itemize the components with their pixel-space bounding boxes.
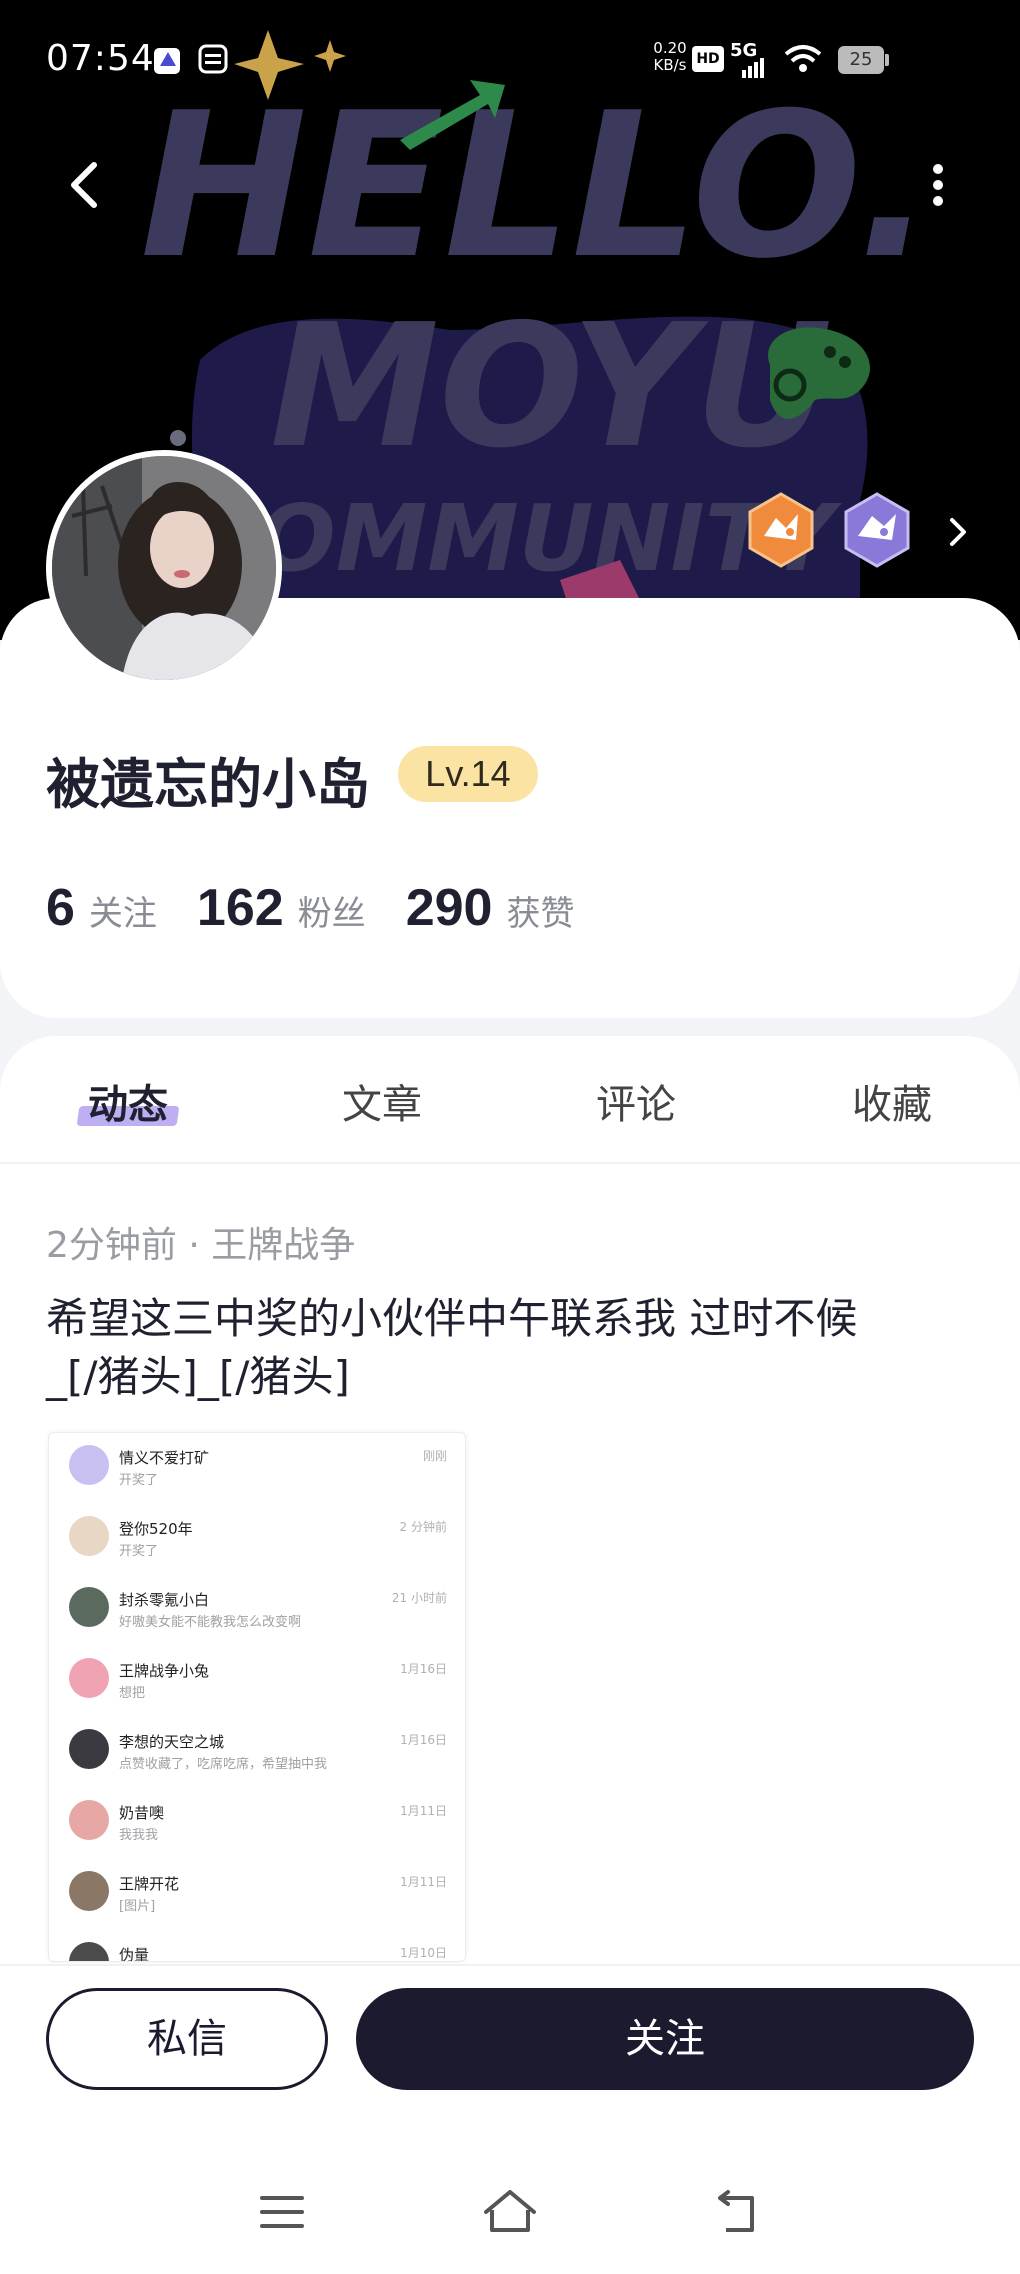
wifi-icon bbox=[784, 45, 822, 72]
post-image-row-message: 点赞收藏了，吃席吃席，希望抽中我 bbox=[119, 1757, 328, 1772]
back-chevron-icon[interactable] bbox=[56, 155, 116, 215]
followers-count[interactable]: 162 bbox=[197, 878, 284, 938]
hd-indicator: HD bbox=[692, 46, 724, 72]
likes-count: 290 bbox=[405, 879, 493, 937]
post-meta[interactable]: 2分钟前 · 王牌战争 bbox=[46, 1216, 355, 1268]
post-image-row-time: 1月10日 bbox=[400, 1946, 447, 1960]
calendar-notification-icon bbox=[198, 44, 228, 74]
post-image-row-avatar bbox=[69, 1658, 109, 1698]
tab-comments[interactable]: 评论 bbox=[556, 1072, 716, 1130]
username: 被遗忘的小岛 bbox=[46, 753, 370, 816]
post-image-row-name: 封杀零氪小白 bbox=[119, 1591, 210, 1609]
menu-icon[interactable] bbox=[252, 2186, 312, 2238]
post-image-row-name: 登你520年 bbox=[119, 1520, 193, 1538]
svg-text:MOYU: MOYU bbox=[270, 288, 832, 486]
battery-tip bbox=[885, 54, 889, 66]
tab-posts[interactable]: 动态 bbox=[48, 1072, 208, 1130]
post-image-row-avatar bbox=[69, 1800, 109, 1840]
tab-favorites[interactable]: 收藏 bbox=[812, 1072, 972, 1130]
likes-label: 获赞 bbox=[506, 894, 575, 934]
post-text-line-1: 希望这三中奖的小伙伴中午联系我 过时不候 bbox=[46, 1294, 858, 1343]
post-image-row: 王牌开花 [图片] 1月11日 bbox=[49, 1859, 465, 1930]
status-time: 07:54 bbox=[46, 38, 155, 79]
post-text[interactable]: 希望这三中奖的小伙伴中午联系我 过时不候 _[/猪头]_[/猪头] bbox=[46, 1290, 986, 1406]
post-image-row: 王牌战争小兔 想把 1月16日 bbox=[49, 1646, 465, 1717]
post-image-row-avatar bbox=[69, 1445, 109, 1485]
tab-articles[interactable]: 文章 bbox=[302, 1072, 462, 1130]
post-image-row-name: 情义不爱打矿 bbox=[119, 1449, 210, 1467]
profile-stats: 6 关注 162 粉丝 290 获赞 bbox=[46, 878, 614, 948]
post-image-row-message: 开奖了 bbox=[119, 1473, 159, 1488]
post-image-row-time: 1月16日 bbox=[400, 1733, 447, 1747]
post-image-row-time: 21 小时前 bbox=[391, 1591, 447, 1605]
post-image-row-time: 1月16日 bbox=[400, 1662, 447, 1676]
app-notification-icon bbox=[154, 48, 180, 74]
tab-divider bbox=[0, 1162, 1020, 1164]
avatar-photo bbox=[52, 456, 276, 680]
more-vertical-icon[interactable] bbox=[918, 155, 958, 215]
follow-button[interactable]: 关注 bbox=[356, 1988, 974, 2090]
post-image-row: 登你520年 开奖了 2 分钟前 bbox=[49, 1504, 465, 1575]
post-image-row-name: 王牌战争小兔 bbox=[119, 1662, 210, 1680]
post-image-row-message: 想把 bbox=[119, 1686, 146, 1701]
post-image-row-message: 我我我 bbox=[119, 1828, 159, 1843]
post-image-row-name: 伪量 bbox=[119, 1946, 150, 1962]
post-image-row-avatar bbox=[69, 1516, 109, 1556]
post-image-row-time: 刚刚 bbox=[422, 1449, 447, 1463]
post-image-row-message: [图片] bbox=[119, 1899, 156, 1914]
level-badge: Lv.14 bbox=[398, 746, 538, 802]
post-image-row-avatar bbox=[69, 1729, 109, 1769]
following-count[interactable]: 6 bbox=[46, 878, 75, 938]
post-image-row-time: 2 分钟前 bbox=[399, 1520, 447, 1534]
status-bar: 07:54 0.20 KB/s HD 5G 25 bbox=[0, 0, 1020, 120]
post-image-row-message: 好嗷美女能不能教我怎么改变啊 bbox=[119, 1615, 302, 1630]
network-speed: 0.20 KB/s bbox=[653, 39, 687, 74]
battery-icon: 25 bbox=[838, 46, 884, 74]
orange-medal-icon[interactable] bbox=[746, 492, 816, 568]
post-image-row-time: 1月11日 bbox=[400, 1804, 447, 1818]
signal-icon bbox=[742, 58, 764, 78]
post-image-row-avatar bbox=[69, 1587, 109, 1627]
post-image-row-name: 奶昔噢 bbox=[119, 1804, 165, 1822]
followers-label[interactable]: 粉丝 bbox=[298, 886, 366, 935]
home-icon[interactable] bbox=[480, 2186, 540, 2238]
post-image-row: 封杀零氪小白好嗷美女能不能教我怎么改变啊 21 小时前 bbox=[49, 1575, 465, 1646]
post-image-row-name: 李想的天空之城 bbox=[119, 1733, 225, 1751]
post-image-row-time: 1月11日 bbox=[400, 1875, 447, 1889]
svg-text:COMMUNITY: COMMUNITY bbox=[190, 485, 843, 592]
badges-more-chevron-icon[interactable] bbox=[940, 510, 976, 554]
post-image-row: 伪量 1月10日 bbox=[49, 1930, 465, 1962]
avatar[interactable] bbox=[46, 450, 282, 686]
post-image-row-avatar bbox=[69, 1871, 109, 1911]
purple-medal-icon[interactable] bbox=[842, 492, 912, 568]
profile-screen: HELLO. MOYU COMMUNITY 07:54 0.20 KB/s HD… bbox=[0, 0, 1020, 2274]
post-image-row: 奶昔噢我我我 1月11日 bbox=[49, 1788, 465, 1859]
post-image-row-name: 王牌开花 bbox=[119, 1875, 180, 1893]
post-image-row: 情义不爱打矿 开奖了 刚刚 bbox=[49, 1433, 465, 1504]
post-image-row: 李想的天空之城点赞收藏了，吃席吃席，希望抽中我 1月16日 bbox=[49, 1717, 465, 1788]
post-image-row-message: 开奖了 bbox=[119, 1544, 159, 1559]
post-text-line-2: _[/猪头]_[/猪头] bbox=[46, 1352, 350, 1401]
post-image[interactable]: 情义不爱打矿 开奖了 刚刚登你520年 开奖了 2 分钟前封杀零氪小白好嗷美女能不能教我… bbox=[48, 1432, 466, 1962]
post-image-row-avatar bbox=[69, 1942, 109, 1961]
following-label[interactable]: 关注 bbox=[89, 886, 157, 935]
back-nav-icon[interactable] bbox=[708, 2186, 768, 2238]
message-button[interactable]: 私信 bbox=[46, 1988, 328, 2090]
